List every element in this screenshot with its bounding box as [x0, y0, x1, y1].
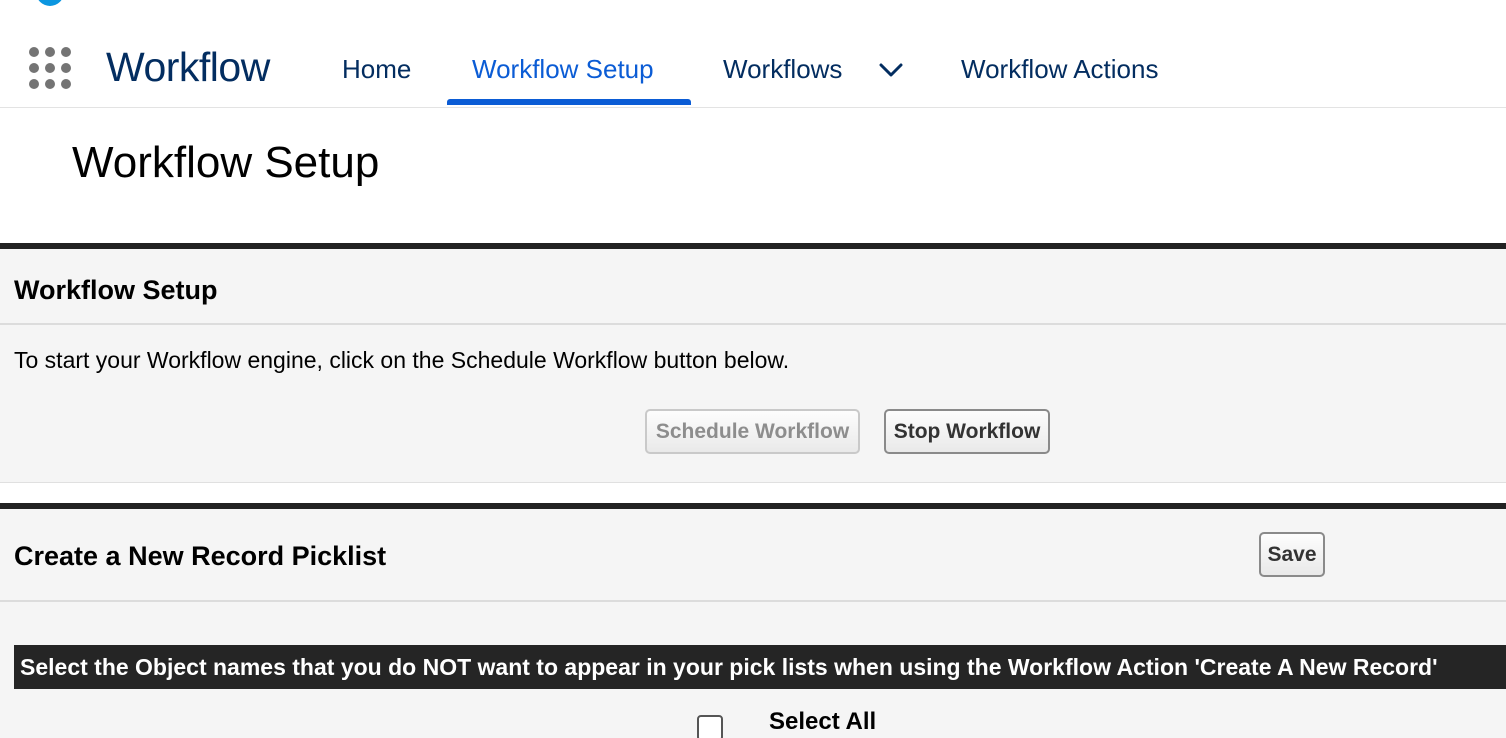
active-tab-indicator	[447, 99, 691, 105]
stop-workflow-button[interactable]: Stop Workflow	[884, 409, 1050, 454]
section-title: Create a New Record Picklist	[14, 541, 387, 571]
status-dot-icon	[36, 0, 64, 6]
nav-tab-workflow-setup[interactable]: Workflow Setup	[472, 54, 654, 85]
divider	[0, 600, 1506, 602]
nav-tab-workflow-actions[interactable]: Workflow Actions	[961, 54, 1158, 85]
instruction-banner: Select the Object names that you do NOT …	[14, 645, 1506, 689]
nav-tab-workflows[interactable]: Workflows	[723, 54, 842, 85]
top-navigation-bar: Workflow Home Workflow Setup Workflows W…	[0, 0, 1506, 108]
setup-instructions: To start your Workflow engine, click on …	[14, 347, 790, 373]
app-launcher-grid-icon[interactable]	[29, 47, 71, 89]
save-button[interactable]: Save	[1259, 532, 1325, 577]
nav-tab-home[interactable]: Home	[342, 54, 411, 85]
chevron-down-icon[interactable]	[878, 60, 904, 80]
select-all-label: Select All	[769, 708, 877, 735]
page-title: Workflow Setup	[72, 138, 380, 187]
select-all-checkbox[interactable]	[697, 715, 723, 738]
workflow-setup-section: Workflow Setup To start your Workflow en…	[0, 243, 1506, 483]
app-name: Workflow	[106, 44, 270, 90]
page: Workflow Home Workflow Setup Workflows W…	[0, 0, 1506, 738]
section-title: Workflow Setup	[14, 275, 218, 305]
divider	[0, 323, 1506, 325]
record-picklist-section: Create a New Record Picklist Save Select…	[0, 503, 1506, 738]
schedule-workflow-button[interactable]: Schedule Workflow	[645, 409, 860, 454]
